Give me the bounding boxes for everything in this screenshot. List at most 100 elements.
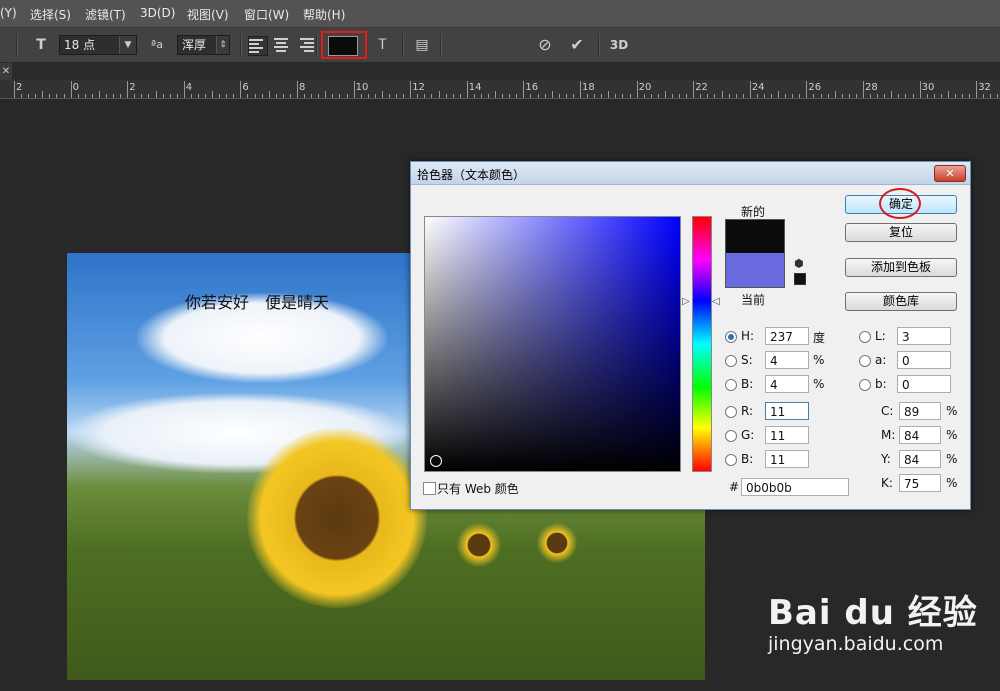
ruler-tick xyxy=(70,81,72,98)
web-colors-checkbox[interactable] xyxy=(423,482,436,495)
ruler-tick xyxy=(431,94,433,98)
lightness-input[interactable]: 3 xyxy=(897,327,951,345)
magenta-unit: % xyxy=(946,428,958,442)
ruler-tick xyxy=(820,94,822,98)
menu-item-view[interactable]: 视图(V) xyxy=(187,6,229,23)
close-button[interactable]: ✕ xyxy=(934,165,966,182)
saturation-input[interactable]: 4 xyxy=(765,351,809,369)
ruler-tick xyxy=(183,81,185,98)
ruler-label: 8 xyxy=(299,82,306,93)
hex-input[interactable]: 0b0b0b xyxy=(741,478,849,496)
add-to-swatches-button[interactable]: 添加到色板 xyxy=(845,258,957,277)
web-safe-swatch-icon[interactable] xyxy=(794,273,806,285)
commit-check-icon[interactable]: ✔ xyxy=(568,36,586,54)
ruler-tick xyxy=(197,94,199,98)
ruler-label: 22 xyxy=(695,82,708,93)
ruler-tick xyxy=(700,94,702,98)
antialias-select[interactable]: 浑厚 ⇕ xyxy=(177,35,230,55)
brightness-input[interactable]: 4 xyxy=(765,375,809,393)
hue-slider[interactable] xyxy=(692,216,712,472)
ruler-tick xyxy=(509,94,511,98)
ruler-tick xyxy=(14,81,15,98)
ruler-tick xyxy=(657,94,659,98)
slider-arrow-right-icon[interactable]: ◁ xyxy=(712,296,720,307)
menu-item-window[interactable]: 窗口(W) xyxy=(244,6,289,23)
saturation-radio[interactable] xyxy=(725,355,737,367)
close-icon[interactable]: ✕ xyxy=(0,63,12,80)
ruler-tick xyxy=(289,94,291,98)
ruler-label: 32 xyxy=(978,82,991,93)
cancel-icon[interactable]: ⊘ xyxy=(536,36,554,54)
ruler-tick xyxy=(155,91,157,98)
ruler-tick xyxy=(226,94,228,98)
align-left-button[interactable] xyxy=(248,36,268,56)
ruler-tick xyxy=(714,94,716,98)
ruler-tick xyxy=(742,94,744,98)
red-input[interactable]: 11 xyxy=(765,402,809,420)
ruler-label: 30 xyxy=(921,82,935,93)
ruler-tick xyxy=(622,94,624,98)
color-field-marker[interactable] xyxy=(430,455,442,467)
ruler-tick xyxy=(452,94,454,98)
ruler-tick xyxy=(169,94,171,98)
divider xyxy=(16,34,18,56)
divider xyxy=(598,34,600,56)
warp-text-icon[interactable]: Ꭲ xyxy=(374,36,392,54)
ruler-tick xyxy=(219,94,221,98)
menu-item-select-prefix[interactable]: (Y) xyxy=(0,6,17,20)
menu-item-3d[interactable]: 3D(D) xyxy=(140,6,175,20)
ruler-tick xyxy=(367,94,369,98)
blue-input[interactable]: 11 xyxy=(765,450,809,468)
lightness-radio[interactable] xyxy=(859,331,871,343)
slider-arrow-left-icon[interactable]: ▷ xyxy=(682,296,690,307)
menu-item-help[interactable]: 帮助(H) xyxy=(303,6,345,23)
ruler-tick xyxy=(785,94,787,98)
ruler-tick xyxy=(954,94,956,98)
font-size-select[interactable]: 18 点 ▼ xyxy=(59,35,137,55)
brightness-radio[interactable] xyxy=(725,379,737,391)
panels-icon[interactable]: ▤ xyxy=(413,36,431,54)
ruler-tick xyxy=(56,94,58,98)
hue-radio[interactable] xyxy=(725,331,737,343)
color-libraries-button[interactable]: 颜色库 xyxy=(845,292,957,311)
cube-icon[interactable]: ⬢ xyxy=(794,257,804,270)
ruler-tick xyxy=(502,94,504,98)
chevron-down-icon: ▼ xyxy=(119,36,136,54)
ruler-tick xyxy=(113,94,115,98)
3d-button[interactable]: 3D xyxy=(608,36,630,54)
ruler-tick xyxy=(275,94,277,98)
ruler-tick xyxy=(318,94,320,98)
cyan-input[interactable]: 89 xyxy=(899,402,941,420)
blue-radio[interactable] xyxy=(725,454,737,466)
menu-item-select[interactable]: 选择(S) xyxy=(30,6,71,23)
green-label: G: xyxy=(741,428,755,442)
a-channel-input[interactable]: 0 xyxy=(897,351,951,369)
current-color-swatch[interactable] xyxy=(725,253,785,288)
black-input[interactable]: 75 xyxy=(899,474,941,492)
align-center-button[interactable] xyxy=(272,36,290,54)
document-tab-bar: ✕ xyxy=(0,63,1000,80)
hue-input[interactable]: 237 xyxy=(765,327,809,345)
ruler-tick xyxy=(396,94,398,98)
color-field[interactable] xyxy=(424,216,681,472)
yellow-input[interactable]: 84 xyxy=(899,450,941,468)
text-orientation-icon[interactable]: T xyxy=(32,36,50,54)
green-input[interactable]: 11 xyxy=(765,426,809,444)
red-radio[interactable] xyxy=(725,406,737,418)
a-channel-radio[interactable] xyxy=(859,355,871,367)
magenta-input[interactable]: 84 xyxy=(899,426,941,444)
b-channel-radio[interactable] xyxy=(859,379,871,391)
reset-button[interactable]: 复位 xyxy=(845,223,957,242)
ruler-tick xyxy=(516,94,518,98)
ruler-tick xyxy=(636,81,638,98)
ruler-tick xyxy=(728,94,730,98)
canvas-text-layer[interactable]: 你若安好 便是晴天 xyxy=(185,289,329,313)
b-channel-input[interactable]: 0 xyxy=(897,375,951,393)
brightness-label: B: xyxy=(741,377,754,391)
green-radio[interactable] xyxy=(725,430,737,442)
ruler-tick xyxy=(523,81,525,98)
align-right-button[interactable] xyxy=(296,36,314,54)
menu-item-filter[interactable]: 滤镜(T) xyxy=(85,6,126,23)
ruler-tick xyxy=(778,91,780,98)
ruler-tick xyxy=(565,94,567,98)
